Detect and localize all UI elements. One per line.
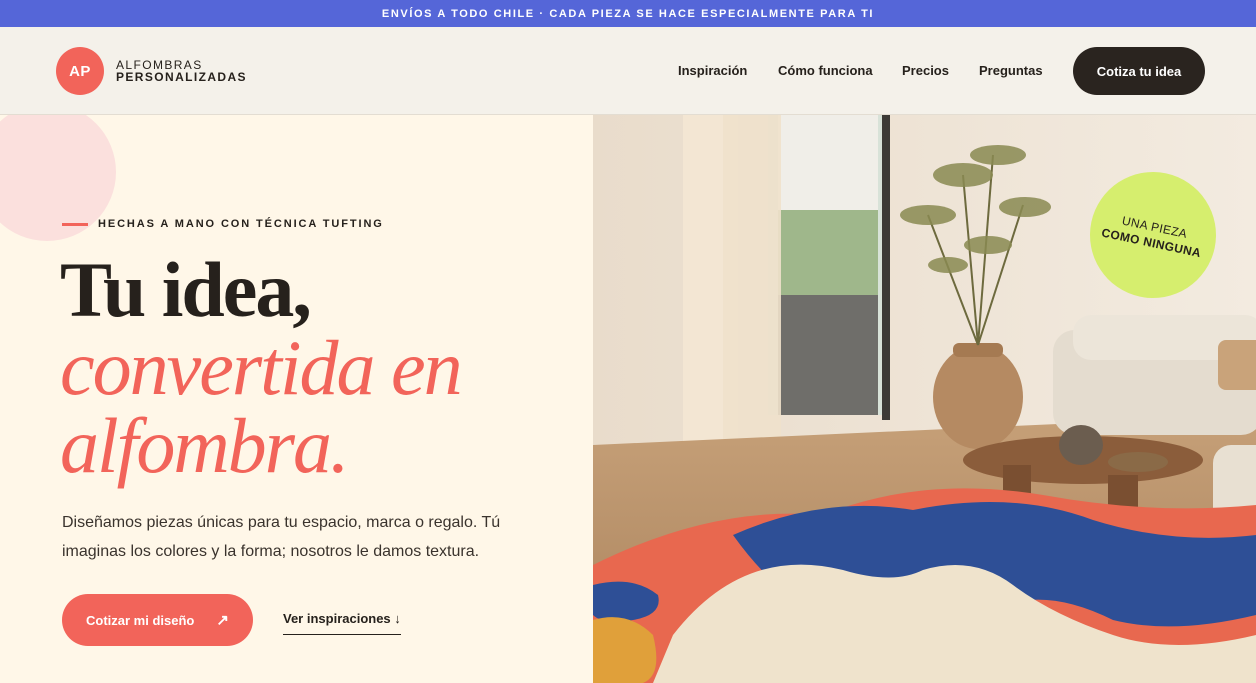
hero-headline: Tu idea, [60, 246, 312, 333]
eyebrow-dash [62, 223, 88, 226]
see-inspirations-link[interactable]: Ver inspiraciones ↓ [283, 611, 401, 635]
quote-design-label: Cotizar mi diseño [86, 612, 195, 628]
announcement-bar: ENVÍOS A TODO CHILE · CADA PIEZA SE HACE… [0, 0, 1256, 27]
site-header: AP ALFOMBRAS PERSONALIZADAS Inspiración … [0, 27, 1256, 115]
hero-eyebrow: HECHAS A MANO CON TÉCNICA TUFTING [98, 218, 384, 230]
brand-name-line2[interactable]: PERSONALIZADAS [116, 70, 247, 84]
hero-headline-line2: convertida en [60, 324, 463, 411]
brand-logo[interactable]: AP [56, 47, 104, 95]
arrow-up-right-icon: ↗ [216, 612, 229, 629]
nav-preguntas[interactable]: Preguntas [979, 63, 1043, 78]
hero-headline-accent: convertida en alfombra. [60, 324, 463, 489]
hero-text-section: HECHAS A MANO CON TÉCNICA TUFTING Tu ide… [0, 115, 593, 683]
brand-initials: AP [69, 62, 91, 80]
announcement-text: ENVÍOS A TODO CHILE · CADA PIEZA SE HACE… [381, 7, 875, 20]
quote-design-button[interactable]: Cotizar mi diseño ↗ [62, 594, 253, 646]
hero-headline-line3: alfombra. [60, 402, 350, 489]
quote-idea-button[interactable]: Cotiza tu idea [1073, 47, 1205, 95]
hero-subtitle: Diseñamos piezas únicas para tu espacio,… [62, 514, 501, 560]
nav-inspiracion[interactable]: Inspiración [678, 63, 747, 78]
nav-como-funciona[interactable]: Cómo funciona [778, 63, 873, 78]
nav-precios[interactable]: Precios [902, 63, 949, 78]
